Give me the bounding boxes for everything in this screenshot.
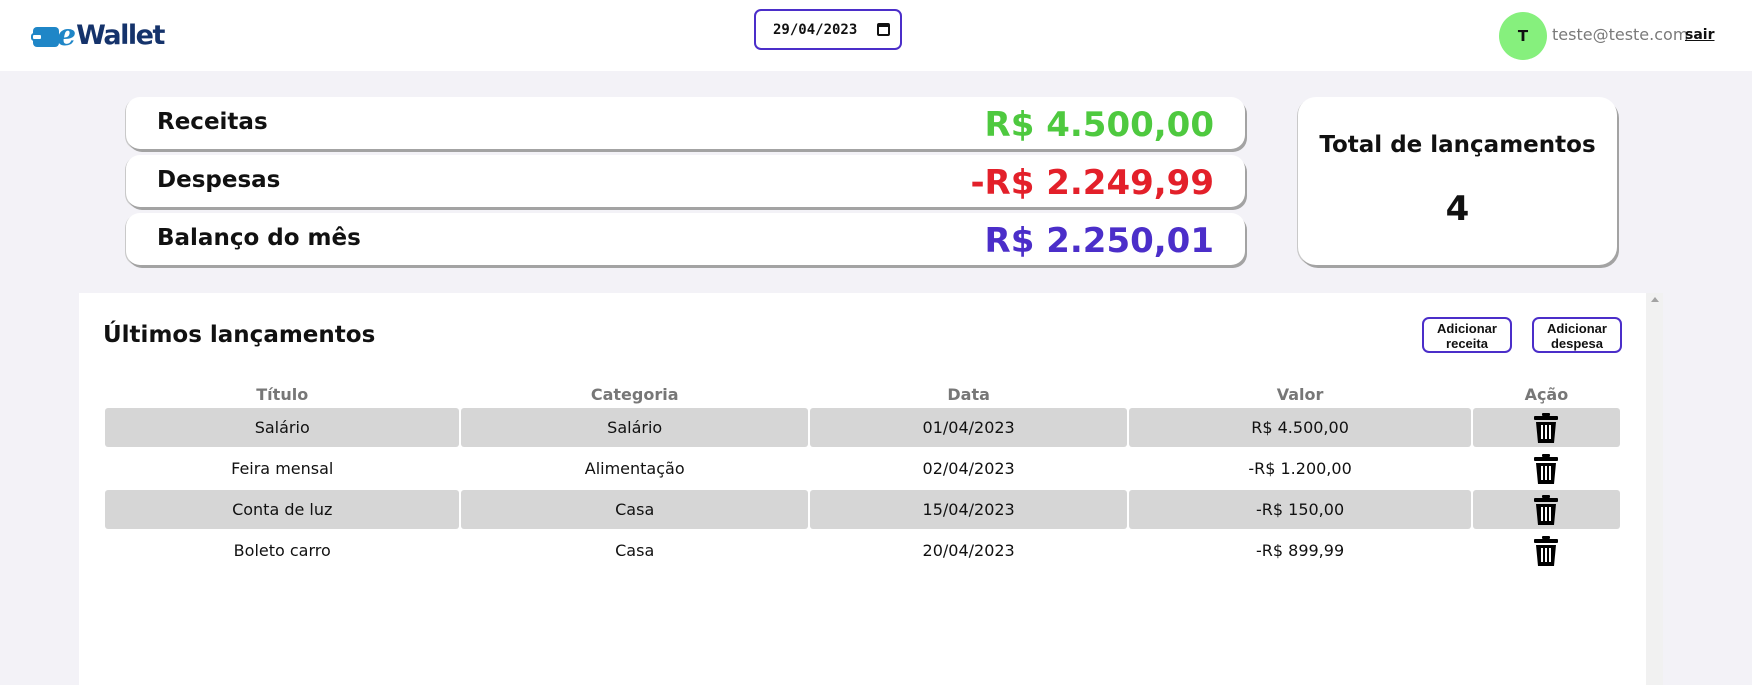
table-row: Feira mensal Alimentação 02/04/2023 -R$ … <box>105 449 1620 488</box>
cell-title: Feira mensal <box>231 459 334 478</box>
column-header-title: Título <box>256 384 309 404</box>
cell-title: Conta de luz <box>105 490 460 529</box>
month-date-input[interactable]: 29/04/2023 <box>754 9 902 50</box>
cell-title: Salário <box>105 408 460 447</box>
trash-icon[interactable] <box>1533 494 1559 525</box>
scroll-up-arrow-icon[interactable] <box>1651 297 1659 302</box>
trash-icon[interactable] <box>1533 412 1559 443</box>
expense-label: Despesas <box>157 167 281 193</box>
table-row: Conta de luz Casa 15/04/2023 -R$ 150,00 <box>105 490 1620 529</box>
cell-action <box>1472 408 1620 447</box>
total-entries-title: Total de lançamentos <box>1319 132 1596 158</box>
table-header-row: Título Categoria Data Valor Ação <box>105 382 1620 406</box>
total-entries-count: 4 <box>1445 189 1470 229</box>
column-header-action: Ação <box>1524 384 1569 404</box>
transactions-title: Últimos lançamentos <box>103 322 376 348</box>
logout-link[interactable]: sair <box>1685 27 1714 43</box>
trash-icon[interactable] <box>1533 453 1559 484</box>
add-income-button[interactable]: Adicionar receita <box>1422 317 1512 353</box>
income-label: Receitas <box>157 109 268 135</box>
cell-value: -R$ 1.200,00 <box>1248 459 1352 478</box>
balance-label: Balanço do mês <box>157 225 361 251</box>
transactions-table: Título Categoria Data Valor Ação Salário… <box>103 380 1622 572</box>
cell-value: -R$ 150,00 <box>1129 490 1471 529</box>
trash-icon[interactable] <box>1533 535 1559 566</box>
cell-date: 01/04/2023 <box>809 408 1128 447</box>
income-value: R$ 4.500,00 <box>984 105 1214 145</box>
cell-category: Alimentação <box>584 459 685 478</box>
income-card: Receitas R$ 4.500,00 <box>126 97 1245 149</box>
ewallet-logo[interactable]: e Wallet <box>31 20 165 52</box>
wallet-icon <box>31 23 61 49</box>
top-bar: e Wallet 29/04/2023 T teste@teste.com sai… <box>0 0 1752 71</box>
cell-value: R$ 4.500,00 <box>1129 408 1471 447</box>
user-email: teste@teste.com <box>1552 25 1689 44</box>
column-header-date: Data <box>947 384 990 404</box>
date-value: 29/04/2023 <box>773 21 858 38</box>
add-expense-button[interactable]: Adicionar despesa <box>1532 317 1622 353</box>
cell-category: Casa <box>615 541 655 560</box>
table-row: Salário Salário 01/04/2023 R$ 4.500,00 <box>105 408 1620 447</box>
panel-scrollbar[interactable] <box>1646 293 1663 685</box>
cell-category: Casa <box>461 490 808 529</box>
cell-action <box>1473 449 1620 488</box>
expense-card: Despesas -R$ 2.249,99 <box>126 155 1245 207</box>
cell-date: 15/04/2023 <box>809 490 1128 529</box>
calendar-icon[interactable] <box>877 23 890 36</box>
table-row: Boleto carro Casa 20/04/2023 -R$ 899,99 <box>105 531 1620 570</box>
cell-action <box>1473 531 1620 570</box>
balance-value: R$ 2.250,01 <box>984 221 1214 261</box>
total-entries-card: Total de lançamentos 4 <box>1298 97 1617 265</box>
cell-date: 02/04/2023 <box>922 459 1015 478</box>
cell-action <box>1472 490 1620 529</box>
cell-category: Salário <box>461 408 808 447</box>
logo-text: Wallet <box>76 20 165 51</box>
cell-title: Boleto carro <box>233 541 331 560</box>
column-header-category: Categoria <box>590 384 679 404</box>
column-header-value: Valor <box>1276 384 1324 404</box>
expense-value: -R$ 2.249,99 <box>970 163 1214 203</box>
cell-date: 20/04/2023 <box>922 541 1015 560</box>
balance-card: Balanço do mês R$ 2.250,01 <box>126 213 1245 265</box>
avatar[interactable]: T <box>1499 12 1547 60</box>
cell-value: -R$ 899,99 <box>1255 541 1345 560</box>
